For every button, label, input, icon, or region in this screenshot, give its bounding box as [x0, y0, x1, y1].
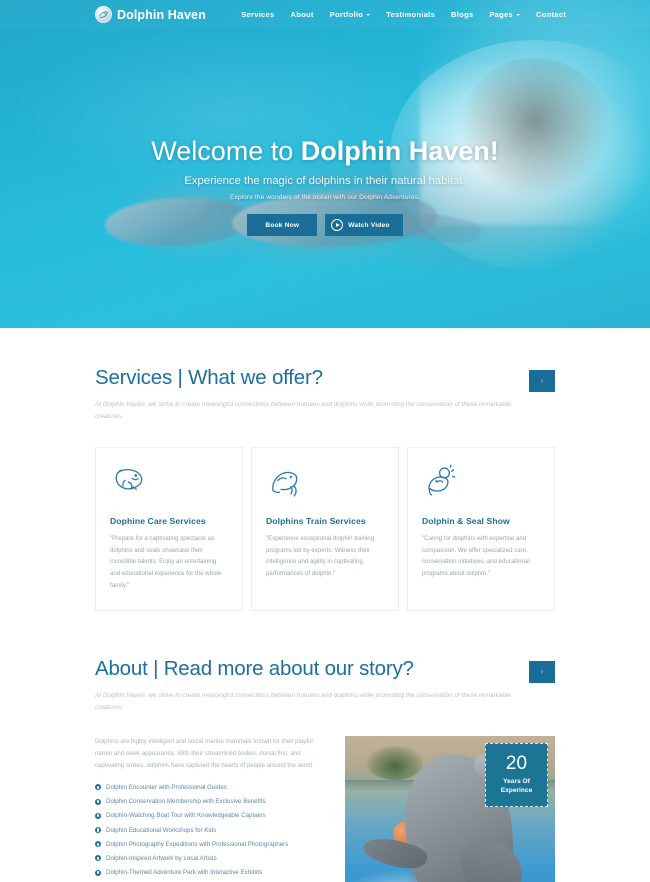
photo-water-splash [345, 844, 555, 882]
chevron-down-icon [366, 13, 371, 16]
about-image-column: 20 Years Of Experince [345, 735, 555, 882]
list-item[interactable]: Dolphin Encounter with Professional Guid… [95, 780, 327, 794]
list-item-label: Dolphin Encounter with Professional Guid… [106, 783, 227, 791]
list-item-label: Dolphin-Inspired Artwork by Local Artist… [106, 854, 217, 862]
about-paragraph: Dolphins are highly intelligent and soci… [95, 737, 314, 769]
info-bullet-icon [95, 827, 101, 834]
page-root: Dolphin Haven Services About Portfolio T… [0, 0, 650, 882]
info-bullet-icon [95, 855, 101, 862]
about-header: About | Read more about our story? At Do… [95, 657, 555, 714]
brand-name: Dolphin Haven [117, 7, 206, 22]
about-heading-block: About | Read more about our story? At Do… [95, 657, 529, 714]
list-item-label: Dolphin-Themed Adventure Park with Inter… [106, 869, 263, 877]
nav-item-about[interactable]: About [290, 10, 313, 19]
dolphin-ball-icon [422, 464, 462, 500]
service-card-text: "Experience exceptional dolphin training… [266, 534, 375, 578]
chevron-right-icon: › [540, 376, 544, 385]
nav-item-contact-label: Contact [535, 10, 566, 19]
play-circle-icon [331, 219, 344, 232]
chevron-right-icon: › [540, 667, 544, 677]
nav-item-blogs-label: Blogs [451, 10, 474, 19]
list-item[interactable]: Dolphin Photography Expeditions with Pro… [95, 837, 327, 851]
service-card-title: Dolphin & Seal Show [422, 515, 510, 526]
info-bullet-icon [95, 812, 101, 819]
nav-item-portfolio[interactable]: Portfolio [329, 10, 371, 19]
service-card-text: "Caring for dolphins with expertise and … [422, 534, 530, 578]
watch-video-label: Watch Video [348, 221, 390, 229]
nav-item-blogs[interactable]: Blogs [451, 10, 473, 19]
book-now-button[interactable]: Book Now [247, 214, 318, 237]
nav-item-services-label: Services [241, 10, 275, 19]
chevron-down-icon [515, 13, 520, 16]
info-bullet-icon [95, 798, 101, 805]
info-bullet-icon [95, 869, 101, 876]
service-card[interactable]: Dolphins Train Services "Experience exce… [251, 446, 399, 612]
dolphin-circle-logo-icon [95, 6, 112, 23]
about-text-column: Dolphins are highly intelligent and soci… [95, 736, 327, 882]
brand-logo[interactable]: Dolphin Haven [95, 6, 206, 23]
services-next-arrow-button[interactable]: › [529, 370, 555, 392]
list-item[interactable]: Dolphin-Inspired Artwork by Local Artist… [95, 851, 327, 865]
hero-title-strong: Dolphin Haven! [300, 136, 499, 166]
about-description: At Dolphin Haven, we strive to create me… [95, 692, 511, 711]
nav-item-pages[interactable]: Pages [489, 10, 520, 19]
services-title: Services | What we offer? [95, 366, 323, 389]
info-bullet-icon [95, 841, 101, 848]
hero-section: Dolphin Haven Services About Portfolio T… [0, 0, 650, 328]
hero-tagline: Explore the wonders of the ocean with ou… [229, 194, 421, 202]
service-card[interactable]: Dophine Care Services "Prepare for a cap… [95, 446, 243, 612]
nav-item-testimonials-label: Testimonials [386, 10, 435, 19]
service-card[interactable]: Dolphin & Seal Show "Caring for dolphins… [407, 446, 555, 612]
list-item[interactable]: Dolphin Educational Workshops for Kids [95, 823, 327, 837]
experience-badge-line2: Experince [500, 786, 533, 794]
photo-palm-trees [367, 745, 423, 780]
list-item-label: Dolphin Photography Expeditions with Pro… [106, 840, 289, 848]
watch-video-button[interactable]: Watch Video [325, 214, 403, 237]
hero-buttons: Book Now Watch Video [0, 214, 650, 237]
experience-badge: 20 Years Of Experince [485, 742, 548, 807]
service-card-text: "Prepare for a captivating spectacle as … [110, 534, 222, 590]
services-description: At Dolphin Haven, we strive to create me… [95, 401, 511, 420]
list-item[interactable]: Dolphin-Watching Boat Tour with Knowledg… [95, 809, 327, 823]
list-item-label: Dolphin Conservation Membership with Exc… [106, 798, 266, 806]
list-item[interactable]: Dolphin Conservation Membership with Exc… [95, 795, 327, 809]
nav-item-portfolio-label: Portfolio [329, 10, 364, 19]
info-bullet-icon [95, 784, 101, 791]
nav-item-about-label: About [290, 10, 314, 19]
nav-item-services[interactable]: Services [241, 10, 274, 19]
list-item-label: Dolphin Educational Workshops for Kids [106, 826, 217, 834]
navbar: Dolphin Haven Services About Portfolio T… [0, 0, 650, 29]
service-cards: Dophine Care Services "Prepare for a cap… [95, 446, 555, 612]
services-heading-block: Services | What we offer? At Dolphin Hav… [95, 366, 529, 423]
about-section: About | Read more about our story? At Do… [0, 611, 650, 882]
dolphin-care-icon [110, 464, 150, 500]
list-item-label: Dolphin-Watching Boat Tour with Knowledg… [106, 812, 266, 820]
about-body: Dolphins are highly intelligent and soci… [95, 735, 555, 882]
about-next-arrow-button[interactable]: › [529, 661, 555, 684]
hero-title: Welcome to Dolphin Haven! [0, 136, 650, 166]
experience-years-number: 20 [505, 752, 528, 774]
hero-subtitle: Experience the magic of dolphins in thei… [184, 175, 466, 188]
nav-item-contact[interactable]: Contact [536, 10, 566, 19]
dolphin-jump-icon [266, 464, 306, 500]
about-dolphin-photo: 20 Years Of Experince [345, 735, 555, 882]
service-card-title: Dolphins Train Services [266, 515, 366, 526]
about-feature-list: Dolphin Encounter with Professional Guid… [95, 780, 327, 882]
hero-title-lead: Welcome to [151, 136, 301, 166]
experience-badge-line1: Years Of [503, 777, 530, 785]
nav-item-pages-label: Pages [489, 10, 513, 19]
list-item[interactable]: Dolphin-Themed Adventure Park with Inter… [95, 866, 327, 880]
nav-links: Services About Portfolio Testimonials Bl… [241, 10, 566, 19]
nav-item-testimonials[interactable]: Testimonials [386, 10, 435, 19]
service-card-title: Dophine Care Services [110, 515, 206, 526]
hero-content: Welcome to Dolphin Haven! Experience the… [0, 136, 650, 237]
services-section: Services | What we offer? At Dolphin Hav… [0, 328, 650, 612]
about-title: About | Read more about our story? [95, 657, 414, 681]
services-header: Services | What we offer? At Dolphin Hav… [95, 366, 555, 423]
